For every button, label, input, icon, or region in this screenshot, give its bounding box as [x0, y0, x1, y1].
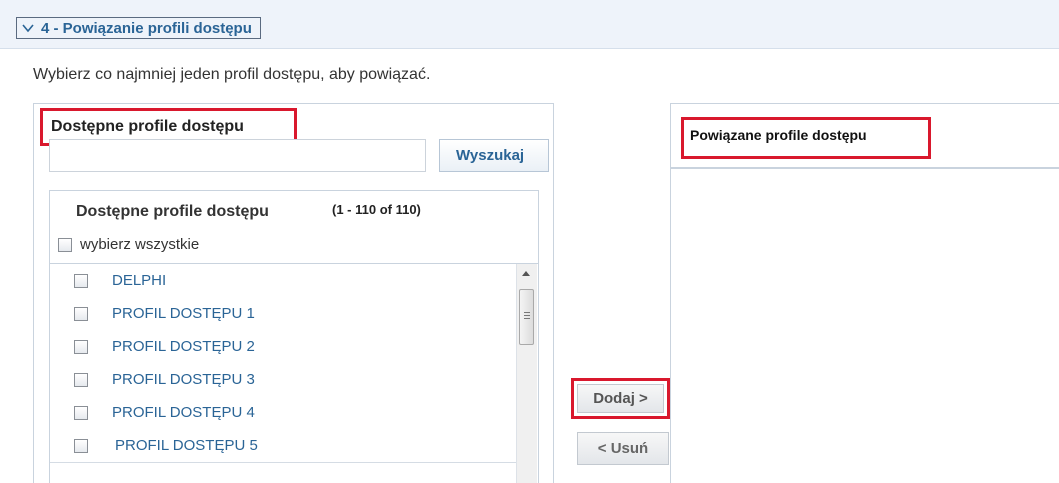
- associated-panel-title: Powiązane profile dostępu: [681, 117, 931, 159]
- list-divider: [50, 462, 516, 463]
- select-all-label: wybierz wszystkie: [80, 236, 200, 253]
- item-checkbox[interactable]: [74, 372, 88, 387]
- page: 4 - Powiązanie profili dostępu Wybierz c…: [0, 0, 1059, 483]
- item-checkbox[interactable]: [74, 273, 88, 288]
- associated-profiles-panel: Powiązane profile dostępu: [670, 103, 1059, 483]
- item-label[interactable]: PROFIL DOSTĘPU 1: [112, 305, 255, 322]
- search-input[interactable]: [49, 139, 426, 172]
- list-item[interactable]: PROFIL DOSTĘPU 1: [50, 297, 516, 330]
- available-profiles-list: Dostępne profile dostępu (1 - 110 of 110…: [49, 190, 539, 483]
- list-count: (1 - 110 of 110): [332, 202, 421, 217]
- list-item[interactable]: PROFIL DOSTĘPU 5: [50, 429, 516, 462]
- item-label[interactable]: PROFIL DOSTĘPU 2: [112, 338, 255, 355]
- list-item[interactable]: PROFIL DOSTĘPU 3: [50, 363, 516, 396]
- item-checkbox[interactable]: [74, 405, 88, 420]
- instruction-text: Wybierz co najmniej jeden profil dostępu…: [33, 66, 431, 83]
- chevron-down-icon: [22, 24, 34, 33]
- item-label[interactable]: DELPHI: [112, 272, 166, 289]
- item-checkbox[interactable]: [74, 306, 88, 321]
- add-button[interactable]: Dodaj >: [577, 384, 664, 413]
- search-button[interactable]: Wyszukaj: [439, 139, 549, 172]
- scroll-up-arrow-icon[interactable]: [522, 271, 530, 276]
- list-item[interactable]: DELPHI: [50, 264, 516, 297]
- list-item[interactable]: PROFIL DOSTĘPU 2: [50, 330, 516, 363]
- list-header-title: Dostępne profile dostępu: [76, 203, 269, 220]
- grip-line: [524, 312, 530, 313]
- list-item[interactable]: PROFIL DOSTĘPU 4: [50, 396, 516, 429]
- grip-line: [524, 315, 530, 316]
- section-toggle[interactable]: 4 - Powiązanie profili dostępu: [16, 17, 261, 39]
- item-label[interactable]: PROFIL DOSTĘPU 5: [115, 437, 258, 454]
- select-all-checkbox[interactable]: [58, 237, 72, 252]
- add-button-highlight: Dodaj >: [571, 378, 670, 419]
- profile-items: DELPHI PROFIL DOSTĘPU 1 PROFIL DOSTĘPU 2…: [50, 264, 516, 462]
- associated-panel-header: Powiązane profile dostępu: [671, 104, 1059, 169]
- remove-button[interactable]: < Usuń: [577, 432, 669, 465]
- available-profiles-panel: Dostępne profile dostępu Wyszukaj Dostęp…: [33, 103, 554, 483]
- item-label[interactable]: PROFIL DOSTĘPU 4: [112, 404, 255, 421]
- select-all[interactable]: wybierz wszystkie: [58, 236, 199, 253]
- item-checkbox[interactable]: [74, 438, 88, 453]
- item-label[interactable]: PROFIL DOSTĘPU 3: [112, 371, 255, 388]
- scroll-thumb[interactable]: [519, 289, 534, 345]
- section-title: 4 - Powiązanie profili dostępu: [41, 19, 252, 37]
- list-scrollbar[interactable]: [516, 264, 537, 483]
- grip-line: [524, 318, 530, 319]
- item-checkbox[interactable]: [74, 339, 88, 354]
- section-header-bar: 4 - Powiązanie profili dostępu: [0, 0, 1059, 49]
- list-header: Dostępne profile dostępu (1 - 110 of 110…: [50, 191, 538, 264]
